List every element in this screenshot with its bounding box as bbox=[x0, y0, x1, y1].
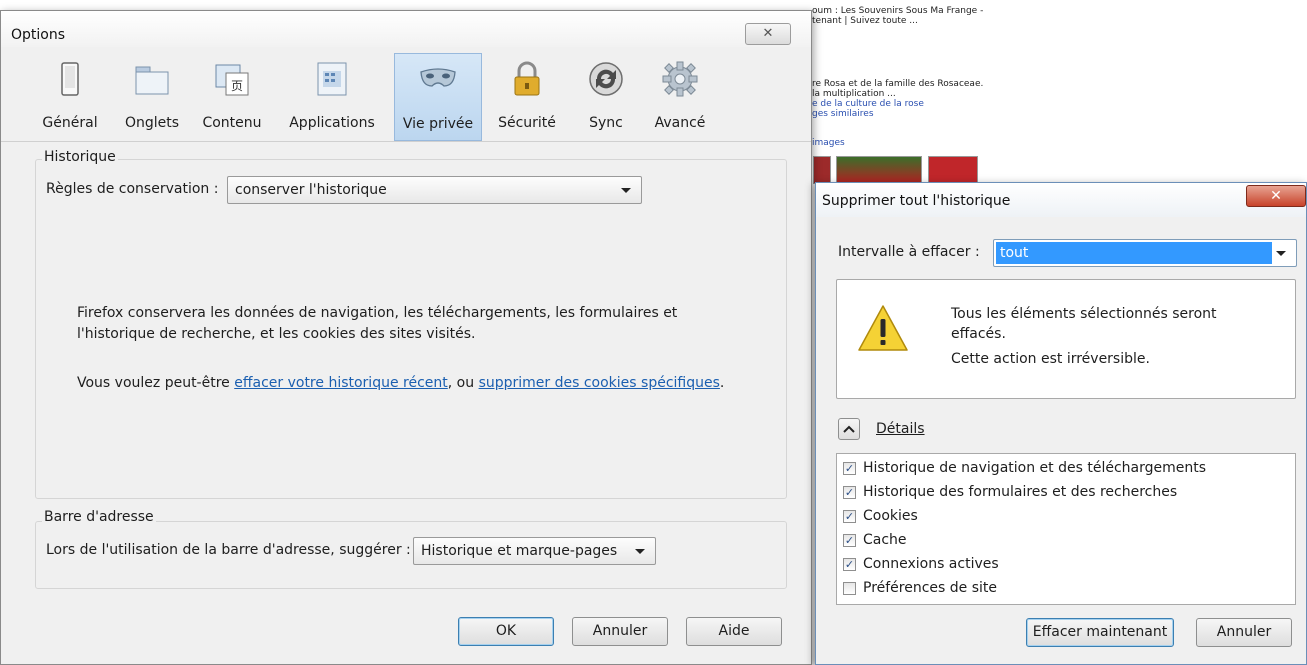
checkbox-checked[interactable]: ✓ bbox=[843, 510, 856, 523]
warning-line3: Cette action est irréversible. bbox=[951, 351, 1150, 367]
list-item[interactable]: ✓ Cache bbox=[843, 530, 1283, 552]
checkbox-label: Cookies bbox=[863, 508, 918, 524]
checkbox-checked[interactable]: ✓ bbox=[843, 486, 856, 499]
history-caption: Historique bbox=[42, 149, 118, 165]
tab-tabs[interactable]: Onglets bbox=[116, 53, 188, 141]
checkbox-checked[interactable]: ✓ bbox=[843, 534, 856, 547]
options-close-button[interactable]: ✕ bbox=[745, 23, 791, 45]
clear-history-titlebar[interactable]: Supprimer tout l'historique ✕ bbox=[816, 183, 1306, 217]
bg-result-link[interactable]: e de la culture de la rose bbox=[812, 99, 924, 109]
svg-text:页: 页 bbox=[231, 79, 243, 93]
list-item[interactable]: Préférences de site bbox=[843, 578, 1283, 600]
bg-result-text: la multiplication ... bbox=[812, 89, 896, 99]
bg-result-text: re Rosa et de la famille des Rosaceae. bbox=[812, 79, 984, 89]
preferences-toolbar: Général Onglets 页 Contenu Applications V… bbox=[36, 53, 726, 141]
checkbox-label: Préférences de site bbox=[863, 580, 998, 596]
addressbar-caption: Barre d'adresse bbox=[42, 509, 156, 525]
tabs-icon bbox=[132, 59, 172, 99]
suggestion-prefix: Vous voulez peut-être bbox=[77, 375, 235, 391]
bg-image-thumbnail[interactable] bbox=[813, 156, 831, 184]
tab-label: Sync bbox=[589, 115, 623, 131]
interval-label: Intervalle à effacer : bbox=[838, 244, 980, 260]
checkbox-unchecked[interactable] bbox=[843, 582, 856, 595]
list-item[interactable]: ✓ Cookies bbox=[843, 506, 1283, 528]
details-label[interactable]: Détails bbox=[876, 421, 925, 437]
addressbar-suggest-select[interactable]: Historique et marque-pages bbox=[413, 537, 656, 565]
chevron-up-icon bbox=[843, 425, 855, 433]
options-dialog: Options ✕ Général Onglets 页 Contenu Appl… bbox=[0, 10, 812, 665]
tab-label: Onglets bbox=[124, 115, 180, 131]
remove-cookies-link[interactable]: supprimer des cookies spécifiques bbox=[479, 375, 720, 391]
tab-label: Vie privée bbox=[402, 116, 474, 132]
help-button[interactable]: Aide bbox=[686, 617, 782, 646]
suggestion-suffix: . bbox=[719, 375, 725, 391]
interval-select[interactable]: tout bbox=[993, 239, 1297, 267]
retention-rules-label: Règles de conservation : bbox=[46, 181, 219, 197]
interval-value: tout bbox=[996, 242, 1272, 264]
tab-advanced[interactable]: Avancé bbox=[646, 53, 714, 141]
tab-privacy[interactable]: Vie privée bbox=[394, 53, 482, 141]
options-title: Options bbox=[11, 27, 66, 43]
toolbar-divider bbox=[1, 141, 811, 142]
bg-image-thumbnail[interactable] bbox=[928, 156, 978, 184]
clear-history-title: Supprimer tout l'historique bbox=[822, 193, 1011, 209]
suggestion-middle: , ou bbox=[447, 375, 479, 391]
history-items-list: ✓ Historique de navigation et des téléch… bbox=[836, 453, 1296, 605]
warning-line2: effacés. bbox=[951, 326, 1006, 342]
ok-button[interactable]: OK bbox=[458, 617, 554, 646]
retention-rules-value: conserver l'historique bbox=[235, 182, 387, 198]
sync-icon bbox=[586, 59, 626, 99]
applications-icon bbox=[312, 59, 352, 99]
warning-icon bbox=[857, 304, 909, 356]
bg-result-text: oum : Les Souvenirs Sous Ma Frange - bbox=[812, 6, 984, 16]
tab-label: Avancé bbox=[654, 115, 706, 131]
list-item[interactable]: ✓ Historique des formulaires et des rech… bbox=[843, 482, 1283, 504]
cancel-button[interactable]: Annuler bbox=[572, 617, 668, 646]
bg-result-link[interactable]: ges similaires bbox=[812, 109, 874, 119]
chevron-down-icon bbox=[1276, 251, 1286, 256]
tab-label: Général bbox=[42, 115, 98, 131]
history-suggestion: Vous voulez peut-être effacer votre hist… bbox=[77, 373, 724, 393]
tab-content[interactable]: 页 Contenu bbox=[196, 53, 268, 141]
tab-label: Contenu bbox=[202, 115, 262, 131]
clear-cancel-button[interactable]: Annuler bbox=[1196, 618, 1292, 647]
tab-applications[interactable]: Applications bbox=[278, 53, 386, 141]
list-item[interactable]: ✓ Connexions actives bbox=[843, 554, 1283, 576]
warning-line1: Tous les éléments sélectionnés seront bbox=[951, 306, 1217, 322]
clear-history-close-button[interactable]: ✕ bbox=[1246, 185, 1306, 207]
checkbox-label: Historique de navigation et des téléchar… bbox=[863, 460, 1207, 476]
checkbox-label: Historique des formulaires et des recher… bbox=[863, 484, 1178, 500]
chevron-down-icon bbox=[635, 549, 645, 554]
tab-label: Sécurité bbox=[498, 115, 556, 131]
checkbox-checked[interactable]: ✓ bbox=[843, 558, 856, 571]
history-description-line2: l'historique de recherche, et les cookie… bbox=[77, 326, 476, 342]
padlock-icon bbox=[507, 59, 547, 99]
warning-box: Tous les éléments sélectionnés seront ef… bbox=[836, 279, 1296, 399]
tab-label: Applications bbox=[289, 115, 375, 131]
tab-general[interactable]: Général bbox=[36, 53, 104, 141]
details-toggle-button[interactable] bbox=[838, 418, 860, 440]
content-icon: 页 bbox=[212, 59, 252, 99]
addressbar-suggest-value: Historique et marque-pages bbox=[421, 543, 618, 559]
tab-security[interactable]: Sécurité bbox=[488, 53, 566, 141]
gear-icon bbox=[660, 59, 700, 99]
privacy-mask-icon bbox=[418, 60, 458, 100]
bg-images-link[interactable]: images bbox=[812, 138, 845, 148]
list-item[interactable]: ✓ Historique de navigation et des téléch… bbox=[843, 458, 1283, 480]
bg-image-thumbnail[interactable] bbox=[836, 156, 922, 184]
general-icon bbox=[50, 59, 90, 99]
addressbar-suggest-label: Lors de l'utilisation de la barre d'adre… bbox=[46, 542, 411, 558]
checkbox-label: Cache bbox=[863, 532, 907, 548]
clear-now-button[interactable]: Effacer maintenant bbox=[1026, 618, 1174, 647]
checkbox-checked[interactable]: ✓ bbox=[843, 462, 856, 475]
retention-rules-select[interactable]: conserver l'historique bbox=[227, 176, 642, 204]
bg-result-text: tenant | Suivez toute ... bbox=[812, 16, 918, 26]
options-titlebar[interactable]: Options ✕ bbox=[1, 11, 811, 47]
checkbox-label: Connexions actives bbox=[863, 556, 999, 572]
clear-history-dialog: Supprimer tout l'historique ✕ Intervalle… bbox=[815, 182, 1307, 665]
tab-sync[interactable]: Sync bbox=[574, 53, 638, 141]
clear-recent-history-link[interactable]: effacer votre historique récent bbox=[234, 375, 448, 391]
history-description-line1: Firefox conservera les données de naviga… bbox=[77, 305, 678, 321]
chevron-down-icon bbox=[621, 188, 631, 193]
